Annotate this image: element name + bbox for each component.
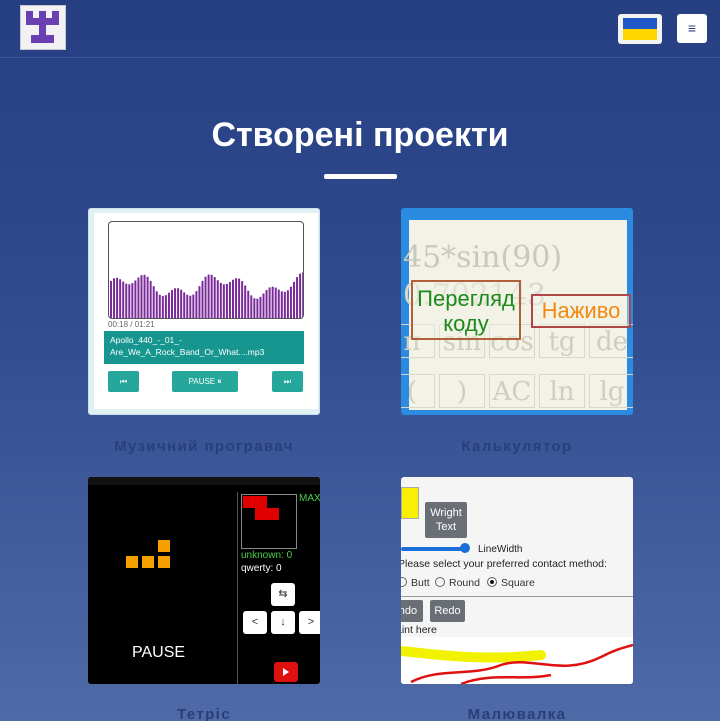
live-demo-button[interactable]: Наживо	[531, 294, 631, 328]
line-cap-prompt: Please select your preferred contact met…	[401, 558, 607, 570]
calc-key: AC	[489, 374, 535, 408]
project-card-tetris[interactable]: MAX unknown: 0 qwerty: 0 ⇆ < ↓ > PAUSE	[88, 477, 320, 684]
header: ≡	[0, 0, 720, 58]
playback-time: 00:18 / 01:21	[108, 320, 155, 329]
next-piece-preview	[241, 494, 297, 549]
calc-key: (	[401, 374, 435, 408]
radio-round[interactable]: Round	[435, 577, 480, 589]
view-code-button[interactable]: Перегляд коду	[411, 280, 521, 340]
title-underline	[324, 174, 397, 179]
next-button[interactable]: ⏭	[272, 371, 303, 392]
score-line: qwerty: 0	[241, 563, 282, 574]
write-text-button[interactable]: Wright Text	[425, 502, 467, 538]
undo-button[interactable]: Undo	[401, 600, 423, 622]
calc-expression: 45*sin(90)	[403, 240, 563, 275]
project-card-music-player[interactable]: 00:18 / 01:21 Apollo_440_-_01_- Are_We_A…	[88, 208, 320, 415]
pause-button[interactable]: PAUSE ⏸	[172, 371, 238, 392]
waveform-visualizer	[108, 221, 304, 319]
site-logo[interactable]	[20, 5, 66, 50]
calc-key: lg	[589, 374, 633, 408]
slider-knob[interactable]	[460, 543, 470, 553]
rotate-button[interactable]: ⇆	[271, 583, 295, 606]
color-swatch[interactable]	[401, 487, 419, 519]
calc-key: ln	[539, 374, 585, 408]
next-icon: ⏭	[283, 377, 292, 386]
line-width-label: LineWidth	[478, 544, 523, 555]
project-caption-music[interactable]: Музичний програвач	[88, 438, 320, 455]
page-title: Створені проекти	[211, 116, 509, 154]
previous-icon: ⏮	[119, 377, 128, 386]
menu-button[interactable]: ≡	[677, 14, 707, 43]
calc-key: tg	[539, 324, 585, 358]
pause-icon: ⏸	[217, 377, 222, 386]
project-card-paint[interactable]: Wright Text LineWidth Please select your…	[401, 477, 633, 684]
track-name: Apollo_440_-_01_- Are_We_A_Rock_Band_Or_…	[104, 331, 304, 364]
tetromino-block	[126, 556, 138, 568]
line-width-slider[interactable]	[401, 547, 467, 551]
down-button[interactable]: ↓	[271, 611, 295, 634]
youtube-icon[interactable]	[274, 662, 298, 682]
hamburger-icon: ≡	[687, 20, 697, 36]
project-caption-calculator[interactable]: Калькулятор	[401, 438, 633, 455]
project-caption-tetris[interactable]: Тетріс	[88, 706, 320, 721]
left-button[interactable]: <	[243, 611, 267, 634]
flag-icon	[623, 18, 657, 29]
project-caption-paint[interactable]: Малювалка	[401, 706, 633, 721]
pause-text: PAUSE	[132, 644, 186, 661]
calc-key: de	[589, 324, 633, 358]
redo-button[interactable]: Redo	[430, 600, 465, 622]
radio-square[interactable]: Square	[487, 577, 535, 589]
radio-butt[interactable]: Butt	[401, 577, 430, 589]
score-line: unknown: 0	[241, 550, 293, 561]
right-button[interactable]: >	[299, 611, 320, 634]
paint-hint: Paint here	[401, 624, 437, 636]
project-card-calculator[interactable]: 45*sin(90) 0.702143 π sin cos tg de ( ) …	[401, 208, 633, 415]
drawing-canvas[interactable]	[401, 637, 633, 684]
max-label: MAX	[299, 493, 320, 504]
previous-button[interactable]: ⏮	[108, 371, 139, 392]
calc-key: )	[439, 374, 485, 408]
language-flag-button[interactable]	[618, 14, 662, 44]
